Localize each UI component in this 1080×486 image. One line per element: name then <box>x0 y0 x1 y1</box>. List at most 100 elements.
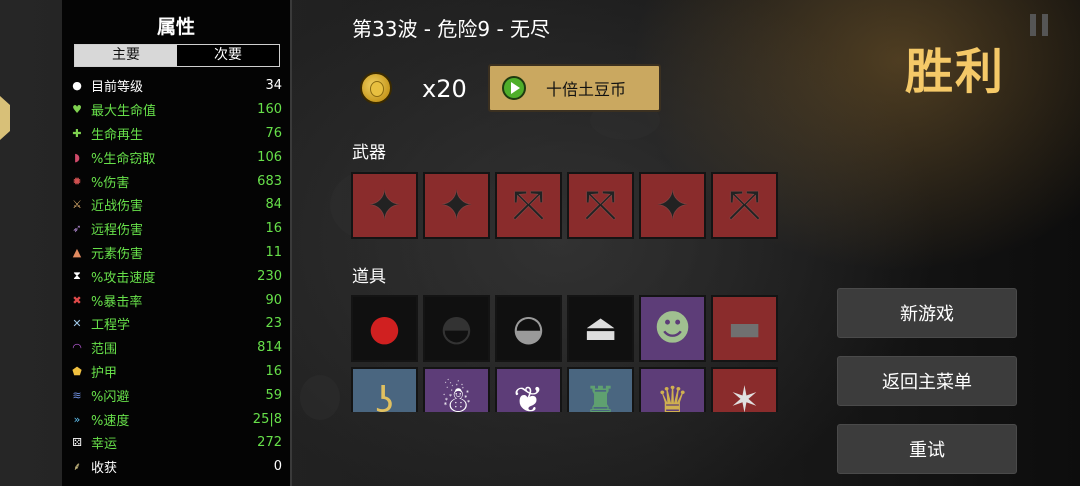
crossbow-icon: ⤧ <box>512 182 545 229</box>
item-slot[interactable]: ʖ <box>351 367 418 412</box>
weapon-slot[interactable]: ⤧ <box>711 172 778 239</box>
stat-value: 106 <box>257 149 282 165</box>
ghost-figure-icon: ☃ <box>440 380 473 412</box>
stat-row[interactable]: ⚔ 近战伤害 84 <box>70 193 282 217</box>
dodge-icon: ≋ <box>72 388 82 402</box>
stat-value: 23 <box>265 316 282 332</box>
weapon-slot[interactable]: ⤧ <box>567 172 634 239</box>
stat-value: 16 <box>265 221 282 237</box>
zombie-mask-icon: ☻ <box>653 308 692 349</box>
pause-icon[interactable] <box>1030 14 1050 36</box>
stat-label: 远程伤害 <box>91 223 144 239</box>
ad-button-label: 十倍土豆币 <box>546 80 627 99</box>
stat-row[interactable]: ✕ 工程学 23 <box>70 312 282 336</box>
stat-row[interactable]: ✖ %暴击率 90 <box>70 288 282 312</box>
stat-row[interactable]: ⸙ 收获 0 <box>70 455 282 479</box>
crown-icon: ♛ <box>656 380 689 412</box>
stat-value: 230 <box>257 268 282 284</box>
stat-row[interactable]: ✹ %伤害 683 <box>70 169 282 193</box>
stat-label: 收获 <box>91 461 118 477</box>
main-menu-button[interactable]: 返回主菜单 <box>837 356 1017 406</box>
victory-title: 胜利 <box>904 44 1005 100</box>
crossbow-icon: ⤧ <box>584 182 617 229</box>
item-slot[interactable]: ▬ <box>711 295 778 362</box>
stat-row[interactable]: ✚ 生命再生 76 <box>70 122 282 146</box>
item-slot[interactable]: ☻ <box>639 295 706 362</box>
item-row: ʖ ☃ ❦ ♜ ♛ ✶ <box>351 367 781 412</box>
stat-label: 范围 <box>91 342 118 358</box>
stat-value: 34 <box>265 78 282 94</box>
retry-button[interactable]: 重试 <box>837 424 1017 474</box>
harvest-icon: ⸙ <box>72 460 82 474</box>
panel-divider <box>290 0 292 486</box>
item-slot[interactable]: ◒ <box>495 295 562 362</box>
speed-icon: » <box>73 412 81 426</box>
stat-row[interactable]: ⚄ 幸运 272 <box>70 431 282 455</box>
stat-row[interactable]: ➶ 远程伤害 16 <box>70 217 282 241</box>
weapon-slot[interactable]: ✦ <box>639 172 706 239</box>
item-slot[interactable]: ◓ <box>423 295 490 362</box>
stat-value: 16 <box>265 363 282 379</box>
stats-panel: 属性 主要 次要 ● 目前等级 34 ♥ 最大生命值 160 ✚ 生命再生 76 ◗ %生命窃取 10… <box>62 0 290 486</box>
stat-label: 目前等级 <box>91 80 144 96</box>
item-slot[interactable]: ♜ <box>567 367 634 412</box>
tab-primary[interactable]: 主要 <box>75 45 177 66</box>
item-slot[interactable]: ● <box>351 295 418 362</box>
shuriken-icon: ✦ <box>655 182 690 229</box>
stat-value: 160 <box>257 102 282 118</box>
heart-icon: ♥ <box>72 103 82 117</box>
shuriken-icon: ✦ <box>439 182 474 229</box>
stat-row[interactable]: ◗ %生命窃取 106 <box>70 145 282 169</box>
play-icon <box>502 76 526 100</box>
boxing-glove-icon: ● <box>368 308 401 349</box>
stat-row[interactable]: ◠ 范围 814 <box>70 336 282 360</box>
range-icon: ◠ <box>72 341 82 355</box>
stat-row[interactable]: ● 目前等级 34 <box>70 74 282 98</box>
watch-ad-multiplier-button[interactable]: 十倍土豆币 <box>488 64 661 112</box>
helmet-icon: ◒ <box>512 308 545 349</box>
wings-icon: ❦ <box>513 380 544 412</box>
level-icon: ● <box>72 79 82 93</box>
stat-label: 生命再生 <box>91 127 144 143</box>
item-slot[interactable]: ✶ <box>711 367 778 412</box>
bloody-claw-icon: ✶ <box>729 380 760 412</box>
item-slot[interactable]: ☃ <box>423 367 490 412</box>
stat-value: 272 <box>257 435 282 451</box>
stat-row[interactable]: » %速度 25|8 <box>70 407 282 431</box>
stat-label: %闪避 <box>91 389 130 405</box>
stat-label: %攻击速度 <box>91 270 156 286</box>
new-game-button[interactable]: 新游戏 <box>837 288 1017 338</box>
shuriken-icon: ✦ <box>367 182 402 229</box>
robot-turret-icon: ♜ <box>584 380 617 412</box>
stat-label: 工程学 <box>91 318 131 334</box>
stat-value: 814 <box>257 340 282 356</box>
weapons-label: 武器 <box>352 143 386 163</box>
stat-row[interactable]: ▲ 元素伤害 11 <box>70 241 282 265</box>
stat-row[interactable]: ⬟ 护甲 16 <box>70 360 282 384</box>
stat-label: %暴击率 <box>91 294 143 310</box>
anvil-icon: ▬ <box>727 308 762 349</box>
stats-title: 属性 <box>156 16 195 38</box>
stat-label: 元素伤害 <box>91 246 144 262</box>
stat-row[interactable]: ⧗ %攻击速度 230 <box>70 264 282 288</box>
stat-label: 最大生命值 <box>91 104 157 120</box>
stat-row[interactable]: ♥ 最大生命值 160 <box>70 98 282 122</box>
item-grid: ● ◓ ◒ ⏏ ☻ ▬ ʖ ☃ ❦ ♜ ♛ ✶ <box>351 295 781 412</box>
coin-count: x20 <box>422 75 467 103</box>
tab-secondary[interactable]: 次要 <box>177 45 279 66</box>
dice-icon: ⚄ <box>72 436 82 450</box>
item-slot[interactable]: ❦ <box>495 367 562 412</box>
weapon-slot[interactable]: ⤧ <box>495 172 562 239</box>
weapon-slot[interactable]: ✦ <box>351 172 418 239</box>
weapon-slot[interactable]: ✦ <box>423 172 490 239</box>
rocket-icon: ⏏ <box>583 308 618 349</box>
crossbow-icon: ⤧ <box>728 182 761 229</box>
stat-label: %生命窃取 <box>91 151 156 167</box>
item-slot[interactable]: ♛ <box>639 367 706 412</box>
stat-value: 90 <box>265 292 282 308</box>
stat-value: 683 <box>257 173 282 189</box>
stat-row[interactable]: ≋ %闪避 59 <box>70 383 282 407</box>
stat-value: 25|8 <box>252 411 282 427</box>
lifesteal-icon: ◗ <box>74 150 80 164</box>
item-slot[interactable]: ⏏ <box>567 295 634 362</box>
